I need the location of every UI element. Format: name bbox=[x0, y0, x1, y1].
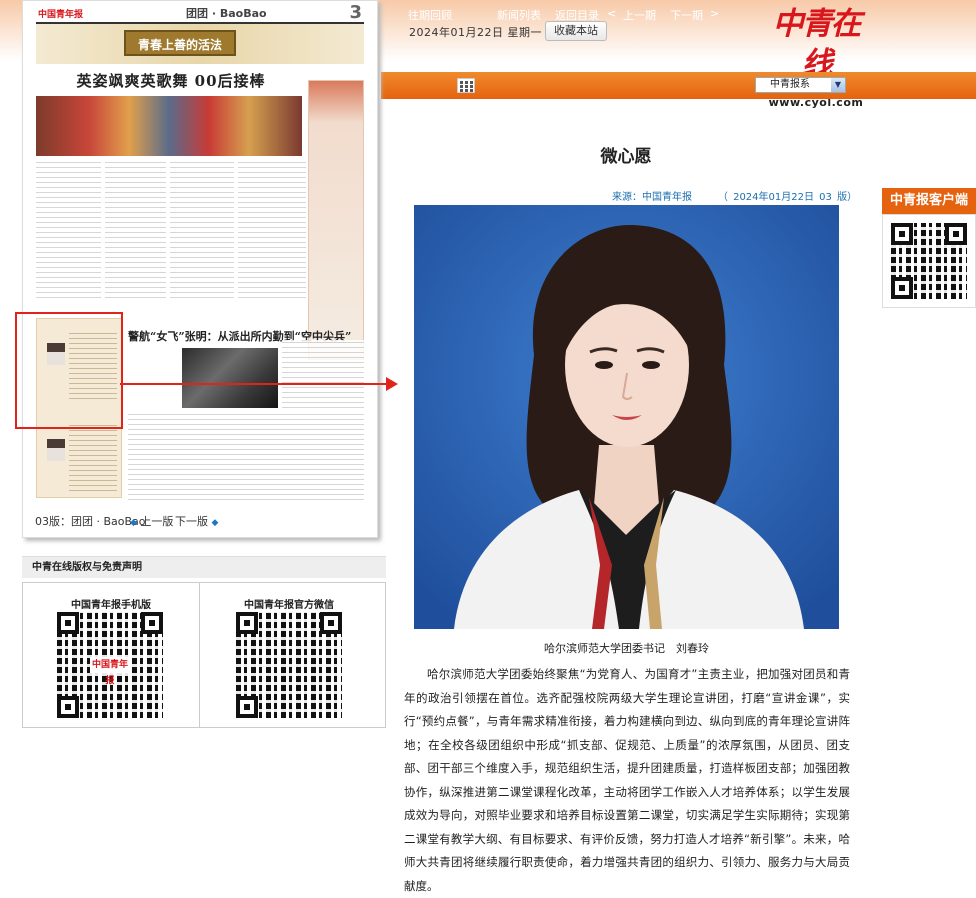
paper-page-number: 3 bbox=[349, 2, 362, 23]
paper-photo-dance[interactable] bbox=[36, 96, 302, 156]
chevron-down-icon[interactable]: ▼ bbox=[831, 78, 845, 92]
paper-side-ad[interactable] bbox=[308, 80, 364, 360]
grid-icon[interactable] bbox=[457, 78, 475, 93]
diamond-icon: ◆ bbox=[130, 518, 137, 528]
newspaper-select[interactable]: 中青报系 ▼ bbox=[755, 77, 846, 93]
chevron-left-icon[interactable]: < bbox=[607, 7, 616, 20]
header-date: 2024年01月22日 星期一 bbox=[409, 26, 542, 39]
pointer-arrow-line bbox=[120, 383, 388, 385]
article-portrait-photo bbox=[414, 205, 839, 629]
nav-back-to-index-link[interactable]: 返回目录 bbox=[555, 7, 599, 23]
nav-next-issue-link[interactable]: 下一期 bbox=[670, 7, 703, 23]
paper-name: 中国青年报 bbox=[38, 10, 84, 20]
qr-code-icon bbox=[236, 612, 342, 718]
next-page-label: 下一版 bbox=[175, 515, 208, 528]
client-app-qr bbox=[882, 214, 976, 308]
paper-text-right[interactable] bbox=[282, 340, 364, 412]
prev-page-link[interactable]: ◆ 上一版 bbox=[130, 513, 173, 529]
nav-news-list-link[interactable]: 新闻列表 bbox=[497, 7, 541, 23]
diamond-icon: ◆ bbox=[211, 518, 219, 528]
paper-photo-cockpit[interactable] bbox=[182, 348, 278, 408]
qr-wechat-label: 中国青年报官方微信 bbox=[244, 600, 334, 611]
qr-code-icon bbox=[891, 223, 967, 299]
article-source: 来源：中国青年报 bbox=[612, 192, 692, 203]
arrow-right-icon bbox=[386, 377, 398, 391]
client-app-label[interactable]: 中青报客户端 bbox=[882, 188, 976, 214]
article-paragraph: 哈尔滨师范大学团委始终聚焦“为党育人、为国育才”主责主业，把加强对团员和青年的政… bbox=[404, 667, 850, 893]
selected-article-highlight[interactable] bbox=[15, 312, 123, 429]
nav-archive-link[interactable]: 往期回顾 bbox=[408, 7, 452, 23]
next-page-link[interactable]: 下一版 ◆ bbox=[175, 513, 218, 529]
qr-logo-text: 中国青年报 bbox=[90, 657, 130, 686]
column-gap bbox=[166, 160, 170, 300]
qr-mobile-label: 中国青年报手机版 bbox=[71, 600, 151, 611]
photo-caption: 哈尔滨师范大学团委书记 刘春玲 bbox=[544, 642, 709, 655]
article-date: （ 2024年01月22日 03 版） bbox=[717, 192, 858, 203]
favorite-button[interactable]: 收藏本站 bbox=[545, 21, 607, 41]
paper-masthead: 中国青年报 团团 · BaoBao 3 bbox=[36, 2, 364, 24]
page-label: 03版：团团 · BaoBao bbox=[35, 515, 146, 528]
copyright-title[interactable]: 中青在线版权与免责声明 bbox=[22, 556, 386, 578]
column-gap bbox=[101, 160, 105, 300]
prev-page-label: 上一版 bbox=[140, 515, 174, 528]
chevron-right-icon[interactable]: > bbox=[710, 7, 719, 20]
paper-text-lower[interactable] bbox=[128, 412, 364, 502]
paper-text-columns[interactable] bbox=[36, 160, 306, 300]
paper-headline[interactable]: 英姿飒爽英歌舞 00后接棒 bbox=[36, 70, 306, 91]
article-title: 微心愿 bbox=[600, 147, 652, 167]
mini-portrait bbox=[47, 439, 65, 461]
article-body: 哈尔滨师范大学团委始终聚焦“为党育人、为国育才”主责主业，把加强对团员和青年的政… bbox=[404, 663, 850, 898]
mini-text bbox=[69, 423, 117, 493]
paper-section: 团团 · BaoBao bbox=[186, 7, 267, 20]
qr-code-icon: 中国青年报 bbox=[57, 612, 163, 718]
newspaper-select-value: 中青报系 bbox=[770, 79, 810, 90]
site-logo[interactable]: 中青在线 www.cyol.com bbox=[766, 4, 866, 109]
column-gap bbox=[234, 160, 238, 300]
paper-banner-title: 青春上善的活法 bbox=[124, 30, 236, 56]
nav-prev-issue-link[interactable]: 上一期 bbox=[623, 7, 656, 23]
qr-divider bbox=[199, 582, 200, 728]
article-meta: 来源：中国青年报 （ 2024年01月22日 03 版） bbox=[612, 188, 857, 203]
